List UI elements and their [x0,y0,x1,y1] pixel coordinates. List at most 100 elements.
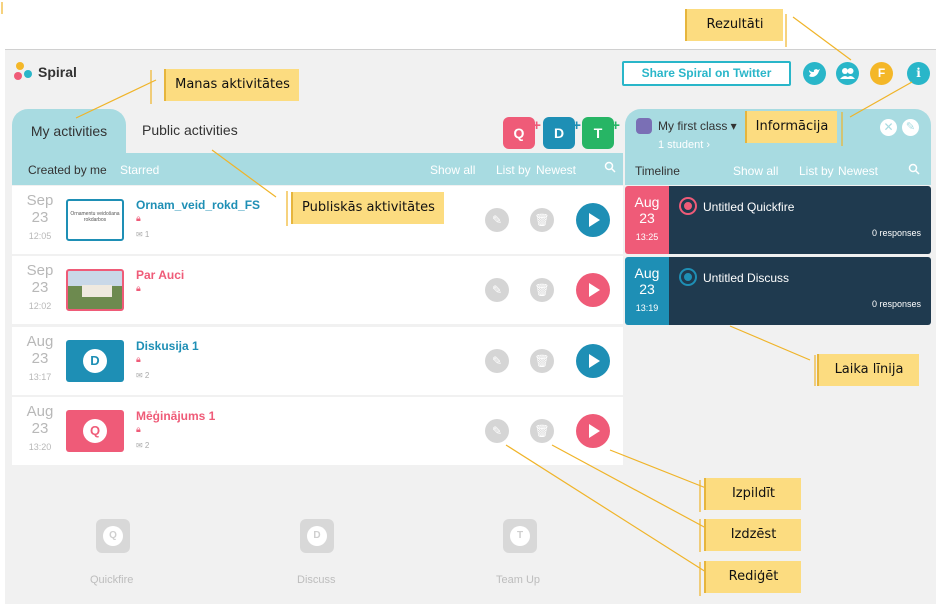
callout-izpildit: Izpildīt [704,478,801,510]
discuss-icon: D [553,125,565,141]
run-button[interactable] [576,344,610,378]
timeline-show-all[interactable]: Show all [733,164,778,178]
teamup-icon: T [510,526,530,546]
activity-row[interactable]: Aug 23 13:20 Q Mēģinājums 1 🔒︎ ✉ 2 ✎ 🗑︎ [12,397,623,465]
discuss-type-label: Discuss [297,574,336,586]
search-icon[interactable] [604,161,616,176]
activity-row[interactable]: Sep 23 12:02 Par Auci 🔒︎ ✎ 🗑︎ [12,256,623,324]
discuss-type-button[interactable]: D [300,519,334,553]
plus-icon: + [611,117,620,134]
callout-informacija: Informācija [745,111,837,143]
add-teamup-button[interactable]: T + [582,117,620,149]
timeline-item[interactable]: Aug 23 13:25 Untitled Quickfire 0 response… [625,186,931,254]
activity-title[interactable]: Par Auci [136,268,184,282]
lock-icon: 🔒︎ [136,213,141,223]
callout-laika-linija: Laika līnija [817,354,919,386]
results-group-icon[interactable] [836,62,859,85]
timeline-responses: 0 responses [871,299,921,309]
edit-button[interactable]: ✎ [485,419,509,443]
activity-thumbnail[interactable]: Ornamentu veidošana rokdarbos [66,199,124,241]
timeline-list-by: List by [799,164,834,178]
delete-button[interactable]: 🗑︎ [530,208,554,232]
quickfire-icon: Q [513,125,525,141]
teamup-icon: T [593,125,603,141]
timeline-label: Timeline [635,164,680,178]
lock-icon: 🔒︎ [136,283,141,293]
plus-icon: + [532,117,541,134]
quickfire-icon [681,199,695,213]
activity-count: ✉ 1 [136,230,150,239]
timeline-item-body: Untitled Discuss 0 responses [669,257,931,325]
filter-created-by-me[interactable]: Created by me [28,163,107,177]
discuss-icon [681,270,695,284]
info-icon[interactable]: i [907,62,930,85]
edit-button[interactable]: ✎ [485,208,509,232]
screenshot: Spiral Share Spiral on Twitter F i My ac… [0,0,941,604]
tab-my-activities[interactable]: My activities [12,109,126,153]
activity-title[interactable]: Ornam_veid_rokd_FS [136,198,260,212]
close-icon[interactable]: ✕ [880,119,897,136]
timeline-search-icon[interactable] [908,163,920,178]
add-quickfire-button[interactable]: Q + [503,117,541,149]
run-button[interactable] [576,414,610,448]
timeline-date: Aug 23 13:19 [625,257,669,325]
add-discuss-button[interactable]: D + [543,117,581,149]
timeline-responses: 0 responses [871,228,921,238]
activity-thumbnail[interactable]: D [66,340,124,382]
activity-date: Sep 23 12:02 [26,262,54,311]
callout-publiskas-aktivitates: Publiskās aktivitātes [291,192,444,224]
activities-filter-bar: Created by me Starred Show all List by N… [12,153,623,185]
class-icon [636,118,652,134]
activity-title[interactable]: Diskusija 1 [136,339,199,353]
discuss-icon: D [307,526,327,546]
timeline-sort-newest[interactable]: Newest [838,164,878,178]
filter-starred[interactable]: Starred [120,163,159,177]
timeline-filter-bar: Timeline Show all List by Newest [625,155,931,185]
callout-izdzest: Izdzēst [704,519,801,551]
delete-button[interactable]: 🗑︎ [530,278,554,302]
share-twitter-button[interactable]: Share Spiral on Twitter [622,61,791,86]
delete-button[interactable]: 🗑︎ [530,349,554,373]
callout-rezultati: Rezultāti [685,9,783,41]
quickfire-icon: Q [103,526,123,546]
activity-thumbnail[interactable]: Q [66,410,124,452]
timeline-item-title: Untitled Quickfire [703,200,795,214]
activity-title[interactable]: Mēģinājums 1 [136,409,215,423]
edit-class-icon[interactable]: ✎ [902,119,919,136]
twitter-icon[interactable] [803,62,826,85]
list-by-label: List by [496,163,531,177]
timeline-date: Aug 23 13:25 [625,186,669,254]
filter-show-all[interactable]: Show all [430,163,475,177]
teamup-type-label: Team Up [496,574,541,586]
activity-date: Aug 23 13:20 [26,403,54,452]
callout-manas-aktivitates: Manas aktivitātes [164,69,299,101]
run-button[interactable] [576,273,610,307]
student-count-link[interactable]: 1 student › [658,139,710,151]
activity-count: ✉ 2 [136,441,150,450]
timeline-item-body: Untitled Quickfire 0 responses [669,186,931,254]
quickfire-icon: Q [83,419,107,443]
timeline-item[interactable]: Aug 23 13:19 Untitled Discuss 0 responses [625,257,931,325]
lock-icon: 🔒︎ [136,424,141,434]
tab-public-activities[interactable]: Public activities [142,122,238,138]
timeline-item-title: Untitled Discuss [703,271,790,285]
lock-icon: 🔒︎ [136,354,141,364]
edit-button[interactable]: ✎ [485,349,509,373]
class-selector[interactable]: My first class ▾ [658,119,737,133]
run-button[interactable] [576,203,610,237]
quickfire-type-button[interactable]: Q [96,519,130,553]
delete-button[interactable]: 🗑︎ [530,419,554,443]
edit-button[interactable]: ✎ [485,278,509,302]
quickfire-type-label: Quickfire [90,574,134,586]
callout-rediget: Rediģēt [704,561,801,593]
sort-newest[interactable]: Newest [536,163,576,177]
account-avatar[interactable]: F [870,62,893,85]
activity-thumbnail[interactable] [66,269,124,311]
logo-icon [14,61,34,83]
spiral-logo[interactable]: Spiral [14,61,77,83]
teamup-type-button[interactable]: T [503,519,537,553]
activity-date: Sep 23 12:05 [26,192,54,241]
activity-count: ✉ 2 [136,371,150,380]
activity-row[interactable]: Aug 23 13:17 D Diskusija 1 🔒︎ ✉ 2 ✎ 🗑︎ [12,327,623,395]
logo-text: Spiral [38,64,77,80]
